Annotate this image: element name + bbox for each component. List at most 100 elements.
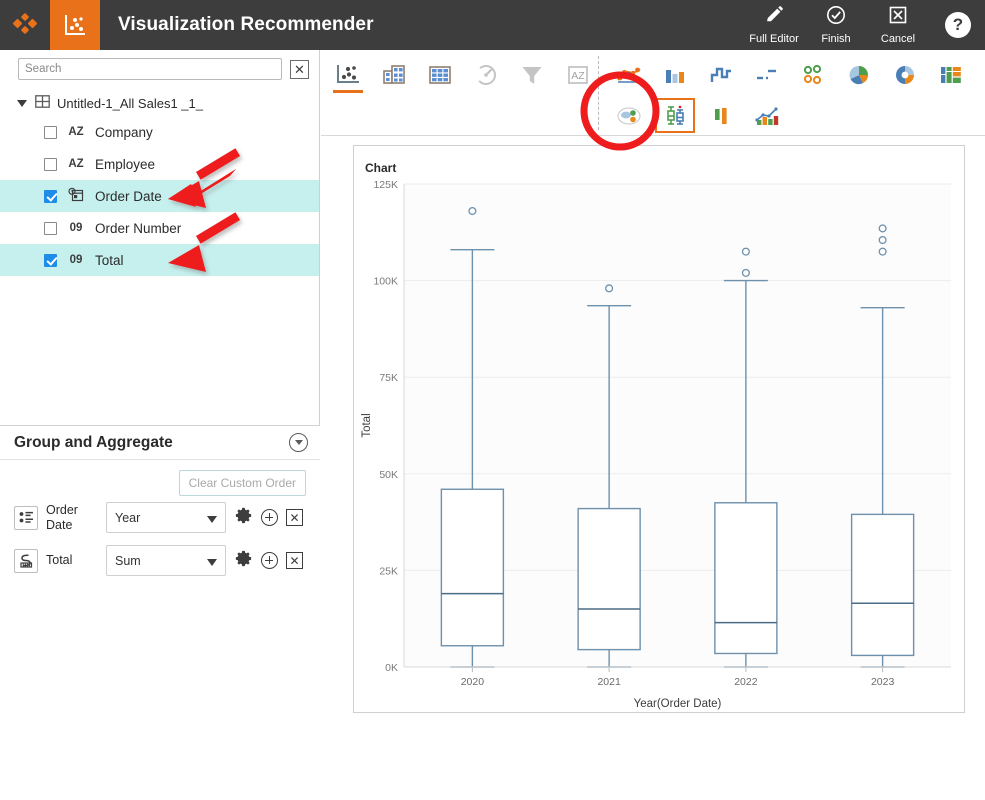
y-axis-tick-label: 75K [379,372,398,384]
x-axis-tick-label: 2022 [734,676,758,688]
field-item-total[interactable]: 09 Total [0,244,319,276]
title-bar: Visualization Recommender Full Editor Fi… [0,0,985,50]
field-item-employee[interactable]: AZ Employee [0,148,319,180]
full-editor-button[interactable]: Full Editor [743,5,805,45]
field-checkbox-order-date[interactable] [44,189,57,203]
aggregate-row-field-label: Total [46,553,73,567]
field-label-company: Company [95,124,153,140]
group-field-icon [14,505,38,530]
add-icon[interactable] [261,509,278,526]
column-chart-icon[interactable] [698,95,744,136]
circles-grid-icon[interactable] [790,54,836,95]
box-plot-chart[interactable]: 0K 25K 50K 75K 100K 125K 2020 2021 2022 2023 Year(… [354,146,964,712]
cluster-bubble-icon[interactable] [606,95,652,136]
field-label-employee: Employee [95,156,156,172]
bubble-chart-icon[interactable] [606,54,652,95]
x-axis-tick-label: 2023 [871,676,895,688]
gear-icon[interactable] [234,506,253,530]
donut-chart-icon[interactable] [882,54,928,95]
page-title: Visualization Recommender [118,14,374,35]
aggregate-row-function-select[interactable]: Sum [106,545,226,576]
funnel-icon[interactable] [509,54,555,95]
cancel-button[interactable]: Cancel [867,5,929,45]
field-item-order-date[interactable]: Order Date [0,180,319,212]
field-checkbox-employee[interactable] [44,157,57,171]
gauge-icon[interactable] [463,54,509,95]
aggregate-row-function-value: Sum [115,553,141,568]
combo-chart-icon[interactable] [744,95,790,136]
field-type-icon-09: 09 [69,254,83,266]
aggregate-field-icon [14,548,38,573]
group-and-aggregate-header: Group and Aggregate [0,426,320,460]
group-row-function-select[interactable]: Year [106,502,226,533]
fields-tree: Untitled-1_All Sales1 _1_ AZ Company AZ … [0,90,319,276]
group-row-order-date: Order Date Year ✕ [0,496,320,539]
search-input[interactable] [18,58,282,80]
y-axis-tick-label: 25K [379,565,398,577]
chevron-down-icon [207,559,217,566]
group-row-function-value: Year [115,510,141,525]
y-axis-tick-label: 50K [379,469,398,481]
y-axis-tick-label: 0K [385,662,398,674]
field-label-total: Total [95,252,124,268]
toolbar-divider [598,56,599,130]
chart-type-list [606,54,978,136]
group-and-aggregate-panel: Group and Aggregate Clear Custom Order O… [0,425,320,800]
field-checkbox-total[interactable] [44,253,57,267]
app-logo-icon[interactable] [0,0,50,50]
table-blocks-icon[interactable] [371,54,417,95]
check-circle-icon [826,5,846,30]
x-axis-title: Year(Order Date) [634,698,722,710]
az-text-icon[interactable]: AZ [555,54,601,95]
treemap-icon[interactable] [928,54,974,95]
remove-icon[interactable]: ✕ [286,552,303,569]
field-label-order-date: Order Date [95,188,162,204]
x-square-icon [888,5,908,30]
full-editor-label: Full Editor [749,33,799,45]
remove-icon[interactable]: ✕ [286,509,303,526]
field-item-order-number[interactable]: 09 Order Number [0,212,319,244]
recommendation-category-tabs: AZ [325,54,601,95]
add-icon[interactable] [261,552,278,569]
field-item-company[interactable]: AZ Company [0,116,319,148]
clear-custom-order-button[interactable]: Clear Custom Order [178,470,306,496]
pencil-icon [764,5,784,30]
finish-button[interactable]: Finish [805,5,867,45]
scatter-plot-icon[interactable] [325,54,371,95]
field-label-order-number: Order Number [95,220,182,236]
tree-root-node[interactable]: Untitled-1_All Sales1 _1_ [0,90,319,116]
box-plot-icon[interactable] [652,95,698,136]
field-checkbox-company[interactable] [44,125,57,139]
recommendation-area: AZ Chart 0K 25K 50K 75K 100K 125K 2020 2… [321,50,985,800]
svg-text:AZ: AZ [571,70,585,82]
field-checkbox-order-number[interactable] [44,221,57,235]
visualization-recommender-icon[interactable] [50,0,100,50]
chart-toolbar: AZ [321,50,985,136]
group-and-aggregate-title: Group and Aggregate [14,433,173,451]
title-bar-actions: Full Editor Finish Cancel ? [743,5,985,45]
cancel-label: Cancel [880,33,916,45]
y-axis-title: Total [361,413,373,437]
aggregate-row-total: Total Sum ✕ [0,539,320,582]
bar-chart-icon[interactable] [652,54,698,95]
gear-icon[interactable] [234,549,253,573]
gantt-chart-icon[interactable] [744,54,790,95]
chart-preview-panel[interactable]: Chart 0K 25K 50K 75K 100K 125K 2020 2021 2022 202… [353,145,965,713]
clear-custom-order-row: Clear Custom Order [0,460,320,496]
search-row: ✕ [0,50,319,84]
help-button[interactable]: ? [945,12,971,38]
x-axis-tick-label: 2020 [461,676,485,688]
pie-3d-chart-icon[interactable] [836,54,882,95]
y-axis-tick-label: 100K [373,276,398,288]
chevron-down-icon[interactable] [16,99,28,107]
tree-root-label: Untitled-1_All Sales1 _1_ [57,95,203,111]
x-axis-tick-label: 2021 [597,676,621,688]
field-type-icon-az: AZ [68,158,84,170]
search-clear-button[interactable]: ✕ [290,59,309,79]
collapse-chevron-icon[interactable] [289,433,308,452]
step-line-chart-icon[interactable] [698,54,744,95]
table-icon [35,94,50,112]
calendar-icon [66,187,86,205]
group-row-field-label: Order Date [46,502,78,532]
grid-icon[interactable] [417,54,463,95]
